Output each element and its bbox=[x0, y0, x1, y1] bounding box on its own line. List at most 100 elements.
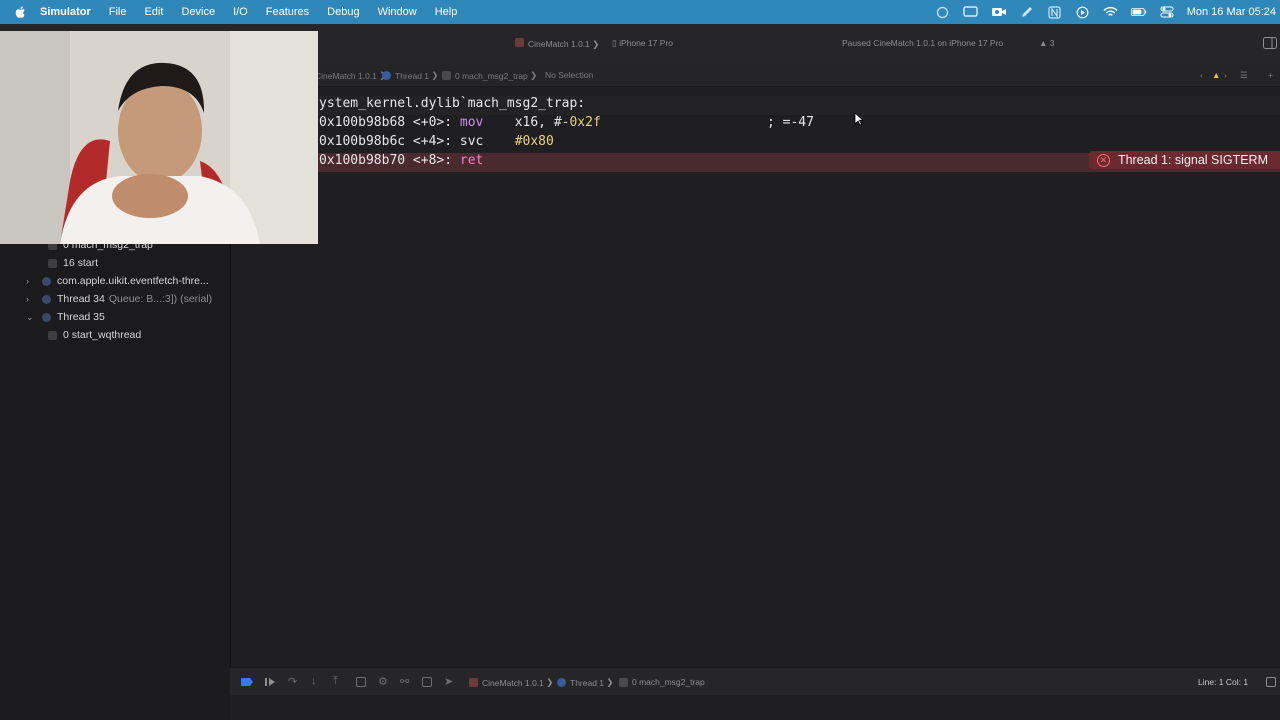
jumpbar-app[interactable]: CineMatch 1.0.1 ❯ bbox=[315, 70, 386, 81]
simulate-location-icon[interactable] bbox=[422, 677, 432, 687]
control-center-icon[interactable] bbox=[1159, 5, 1175, 19]
mouse-cursor-icon bbox=[854, 112, 864, 126]
pen-icon[interactable] bbox=[1019, 5, 1035, 19]
app-icon bbox=[469, 678, 478, 687]
nav-forward-icon[interactable]: › bbox=[1224, 70, 1227, 80]
frame-label: 16 start bbox=[63, 257, 99, 269]
menu-bar: Simulator File Edit Device I/O Features … bbox=[0, 0, 1280, 24]
menu-debug[interactable]: Debug bbox=[327, 6, 359, 18]
console-toggle-icon[interactable] bbox=[1266, 677, 1276, 687]
disclosure-collapsed-icon[interactable]: › bbox=[26, 294, 36, 304]
thread-icon bbox=[557, 678, 566, 687]
disclosure-collapsed-icon[interactable]: › bbox=[26, 276, 36, 286]
memory-graph-icon[interactable]: ⚙ bbox=[378, 675, 388, 688]
extension-icon[interactable] bbox=[935, 5, 951, 19]
thread-row-eventfetch[interactable]: › com.apple.uikit.eventfetch-thre... bbox=[26, 273, 209, 289]
debug-path-frame[interactable]: 0 mach_msg2_trap bbox=[619, 677, 705, 687]
asm-mnemonic: svc bbox=[459, 134, 484, 149]
location-arrow-icon[interactable]: ➤ bbox=[444, 675, 453, 688]
screen-share-icon[interactable] bbox=[963, 5, 979, 19]
jumpbar-selection[interactable]: No Selection bbox=[545, 70, 593, 80]
menu-io[interactable]: I/O bbox=[233, 6, 248, 18]
debug-path-app-label: CineMatch 1.0.1 bbox=[482, 677, 544, 688]
menubar-clock[interactable]: Mon 16 Mar 05:24 bbox=[1187, 6, 1276, 18]
editor-options-icon[interactable]: ☰ bbox=[1240, 70, 1248, 81]
webcam-overlay bbox=[0, 31, 318, 244]
symbol-header: ystem_kernel.dylib`mach_msg2_trap: bbox=[319, 96, 586, 111]
asm-line: 0x100b98b70 <+8>: ret bbox=[319, 153, 483, 168]
error-annotation[interactable]: ✕ Thread 1: signal SIGTERM bbox=[1088, 151, 1280, 169]
thread-label: Thread 35 bbox=[57, 311, 105, 323]
menu-features[interactable]: Features bbox=[266, 6, 309, 18]
asm-immediate: #0x80 bbox=[514, 134, 554, 149]
jump-bar: CineMatch 1.0.1 ❯ Thread 1 ❯ 0 mach_msg2… bbox=[230, 64, 1280, 87]
scheme-label: CineMatch 1.0.1 bbox=[528, 39, 590, 49]
thread-icon bbox=[42, 276, 51, 286]
asm-address: 0x100b98b6c <+4>: bbox=[319, 134, 460, 149]
frame-row[interactable]: 16 start bbox=[48, 255, 98, 271]
thread-label: Thread 34 bbox=[57, 293, 105, 305]
warning-icon: ▲ bbox=[1039, 38, 1048, 48]
play-circle-icon[interactable] bbox=[1075, 5, 1091, 19]
camera-icon[interactable] bbox=[991, 5, 1007, 19]
jumpbar-frame[interactable]: 0 mach_msg2_trap ❯ bbox=[442, 70, 537, 81]
scheme-selector[interactable]: CineMatch 1.0.1 ❯ bbox=[515, 38, 599, 50]
debug-path-frame-label: 0 mach_msg2_trap bbox=[632, 677, 705, 687]
warnings-badge[interactable]: ▲ 3 bbox=[1039, 38, 1055, 48]
menu-help[interactable]: Help bbox=[435, 6, 458, 18]
cursor-position: Line: 1 Col: 1 bbox=[1198, 677, 1249, 687]
menu-device[interactable]: Device bbox=[181, 6, 215, 18]
asm-mnemonic: ret bbox=[459, 153, 484, 168]
menu-window[interactable]: Window bbox=[378, 6, 417, 18]
thread-row-34[interactable]: › Thread 34 Queue: B...:3]) (serial) bbox=[26, 291, 212, 307]
notion-icon[interactable] bbox=[1047, 5, 1063, 19]
battery-icon[interactable] bbox=[1130, 5, 1147, 19]
issue-warning-icon[interactable]: ▲ bbox=[1212, 70, 1220, 80]
asm-line: 0x100b98b68 <+0>: mov x16, #-0x2f bbox=[319, 115, 601, 130]
asm-operand: x16, # bbox=[514, 115, 562, 130]
continue-icon[interactable] bbox=[264, 677, 276, 687]
breakpoints-toggle-icon[interactable] bbox=[240, 677, 254, 687]
frame-icon bbox=[619, 677, 628, 687]
debug-bar: ↷ ↓ ⤒ ⚙ ⚯ ➤ CineMatch 1.0.1 ❯ Thread 1 ❯… bbox=[230, 667, 1280, 696]
asm-address: 0x100b98b68 <+0>: bbox=[319, 115, 460, 130]
apple-icon[interactable] bbox=[14, 5, 28, 19]
thread-queue-detail: Queue: B...:3]) (serial) bbox=[108, 293, 213, 305]
environment-overrides-icon[interactable]: ⚯ bbox=[400, 675, 409, 688]
debug-path-app[interactable]: CineMatch 1.0.1 ❯ bbox=[469, 677, 553, 688]
step-out-icon[interactable]: ⤒ bbox=[333, 675, 338, 688]
step-into-icon[interactable]: ↓ bbox=[311, 675, 317, 687]
device-selector[interactable]: ▯ iPhone 17 Pro bbox=[612, 38, 673, 49]
jumpbar-app-label: CineMatch 1.0.1 bbox=[315, 70, 377, 81]
wifi-icon[interactable] bbox=[1103, 5, 1119, 19]
step-over-icon[interactable]: ↷ bbox=[288, 675, 297, 688]
jumpbar-frame-label: 0 mach_msg2_trap bbox=[455, 70, 528, 81]
frame-icon bbox=[48, 330, 57, 340]
jumpbar-thread[interactable]: Thread 1 ❯ bbox=[382, 70, 439, 81]
app-icon bbox=[515, 38, 524, 47]
view-hierarchy-icon[interactable] bbox=[356, 677, 366, 687]
phone-icon: ▯ bbox=[612, 38, 617, 48]
asm-comment-text: ; =-47 bbox=[767, 115, 814, 130]
disassembly-editor[interactable]: ystem_kernel.dylib`mach_msg2_trap: 0x100… bbox=[231, 87, 1280, 665]
nav-back-icon[interactable]: ‹ bbox=[1200, 70, 1203, 80]
warnings-count: 3 bbox=[1049, 38, 1055, 48]
asm-address: 0x100b98b70 <+8>: bbox=[319, 153, 460, 168]
asm-mnemonic: mov bbox=[459, 115, 484, 130]
thread-icon bbox=[382, 71, 391, 80]
frame-row[interactable]: 0 start_wqthread bbox=[48, 327, 141, 343]
inspector-toggle-icon[interactable] bbox=[1263, 37, 1277, 49]
menu-edit[interactable]: Edit bbox=[144, 6, 163, 18]
add-editor-icon[interactable]: + bbox=[1268, 70, 1273, 80]
asm-comment: ; =-47 bbox=[767, 115, 814, 130]
menu-file[interactable]: File bbox=[109, 6, 127, 18]
frame-icon bbox=[48, 258, 57, 268]
disclosure-expanded-icon[interactable]: ⌄ bbox=[26, 312, 36, 323]
thread-row-35[interactable]: ⌄ Thread 35 bbox=[26, 309, 105, 325]
menu-simulator[interactable]: Simulator bbox=[40, 6, 91, 18]
debug-path-thread[interactable]: Thread 1 ❯ bbox=[557, 677, 614, 688]
device-label: iPhone 17 Pro bbox=[619, 38, 673, 48]
thread-label: com.apple.uikit.eventfetch-thre... bbox=[57, 275, 209, 287]
asm-line: 0x100b98b6c <+4>: svc #0x80 bbox=[319, 134, 554, 149]
thread-icon bbox=[42, 294, 51, 304]
